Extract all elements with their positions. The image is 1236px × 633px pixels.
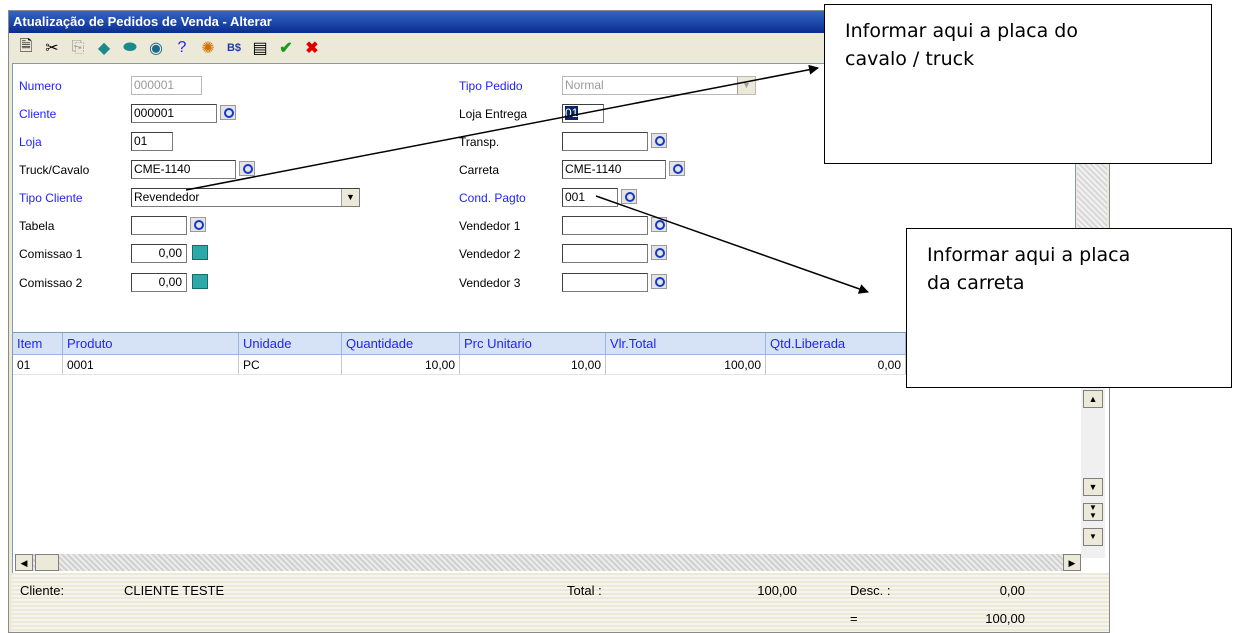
annotation-arrows [185,64,869,294]
arrow-to-truck-field [185,64,819,191]
arrow-to-carreta-field [595,195,869,294]
